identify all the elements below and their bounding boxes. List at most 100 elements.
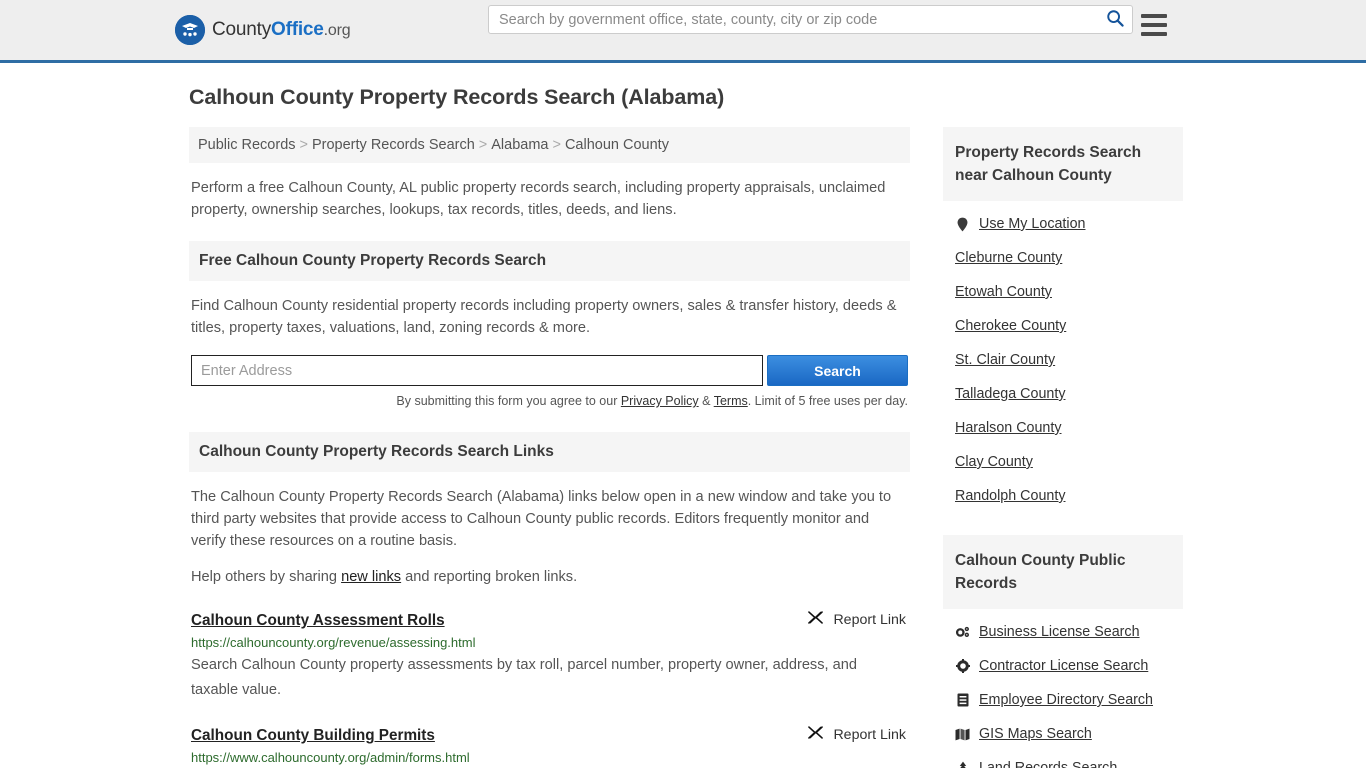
sidebar-link-label[interactable]: Etowah County — [955, 284, 1052, 300]
result-item: Calhoun County Building Permits Report L… — [191, 725, 908, 768]
hamburger-bar-2 — [1141, 23, 1167, 27]
breadcrumb-separator: > — [478, 137, 488, 153]
breadcrumb-separator: > — [299, 137, 308, 153]
sidebar-item-clay-county[interactable]: Clay County — [955, 445, 1183, 479]
land-icon — [955, 761, 970, 768]
disclaimer-text-pre: By submitting this form you agree to our — [396, 394, 621, 408]
page-intro-text: Perform a free Calhoun County, AL public… — [191, 180, 886, 218]
county-office-emblem-icon — [175, 15, 205, 45]
breadcrumb: Public Records > Property Records Search > A… — [189, 127, 910, 163]
new-links-link[interactable]: new links — [341, 569, 401, 585]
sidebar: Property Records Search near Calhoun Cou… — [943, 127, 1183, 768]
site-logo[interactable]: CountyOffice.org — [175, 15, 351, 45]
links-section-paragraph: The Calhoun County Property Records Sear… — [191, 489, 892, 549]
free-search-heading: Free Calhoun County Property Records Sea… — [189, 241, 910, 281]
address-search-button[interactable]: Search — [767, 355, 908, 386]
sidebar-item-gis-maps-search[interactable]: GIS Maps Search — [955, 717, 1183, 751]
result-header: Calhoun County Assessment Rolls Report L… — [191, 610, 908, 630]
sidebar-link-label[interactable]: Land Records Search — [979, 760, 1117, 768]
sidebar-item-haralson-county[interactable]: Haralson County — [955, 411, 1183, 445]
sidebar-item-randolph-county[interactable]: Randolph County — [955, 479, 1183, 513]
result-url: https://calhouncounty.org/revenue/assess… — [191, 635, 476, 650]
sidebar-item-employee-directory-search[interactable]: Employee Directory Search — [955, 683, 1183, 717]
header-inner: CountyOffice.org — [175, 0, 1183, 60]
map-icon — [955, 728, 970, 741]
hamburger-bar-1 — [1141, 14, 1167, 18]
result-title-link[interactable]: Calhoun County Building Permits — [191, 727, 435, 745]
sidebar-link-label[interactable]: Clay County — [955, 454, 1033, 470]
sidebar-item-land-records-search[interactable]: Land Records Search — [955, 751, 1183, 768]
map-pin-icon — [955, 217, 970, 232]
search-icon — [1106, 9, 1124, 30]
page-container: Calhoun County Property Records Search (… — [183, 63, 1183, 768]
sidebar-item-cherokee-county[interactable]: Cherokee County — [955, 309, 1183, 343]
global-search-input[interactable] — [489, 6, 1098, 33]
disclaimer-text-post: . Limit of 5 free uses per day. — [747, 394, 908, 408]
global-search-submit-button[interactable] — [1098, 6, 1132, 33]
result-title-link[interactable]: Calhoun County Assessment Rolls — [191, 612, 445, 630]
sidebar-link-label[interactable]: Employee Directory Search — [979, 692, 1153, 708]
breadcrumb-item-property-records-search[interactable]: Property Records Search — [312, 137, 475, 153]
report-link-button[interactable]: Report Link — [807, 610, 908, 629]
logo-text-tld: .org — [323, 22, 351, 39]
sidebar-link-label[interactable]: Randolph County — [955, 488, 1065, 504]
sidebar-link-label[interactable]: Haralson County — [955, 420, 1062, 436]
address-input[interactable] — [191, 355, 763, 386]
report-link-label: Report Link — [833, 726, 906, 743]
nearby-searches-list: Use My Location Cleburne County Etowah C… — [943, 201, 1183, 517]
address-search-form: Search — [191, 355, 908, 386]
public-records-list: Business License Search Contractor Licen… — [943, 609, 1183, 768]
result-item: Calhoun County Assessment Rolls Report L… — [191, 610, 908, 703]
sidebar-link-label[interactable]: Contractor License Search — [979, 658, 1148, 674]
disclaimer-amp: & — [698, 394, 714, 408]
sidebar-item-use-my-location[interactable]: Use My Location — [955, 207, 1183, 241]
breadcrumb-separator: > — [552, 137, 561, 153]
sidebar-link-label[interactable]: Cleburne County — [955, 250, 1062, 266]
global-search-bar — [488, 5, 1167, 36]
sidebar-link-label[interactable]: St. Clair County — [955, 352, 1055, 368]
main-content: Public Records > Property Records Search > A… — [183, 127, 910, 768]
public-records-heading: Calhoun County Public Records — [943, 535, 1183, 609]
main-menu-button[interactable] — [1141, 14, 1167, 36]
links-section-heading: Calhoun County Property Records Search L… — [189, 432, 910, 472]
sidebar-link-label[interactable]: Business License Search — [979, 624, 1140, 640]
sidebar-item-business-license-search[interactable]: Business License Search — [955, 615, 1183, 649]
help-text-post: and reporting broken links. — [401, 569, 578, 585]
id-card-icon — [955, 693, 970, 707]
broken-link-icon — [807, 610, 824, 629]
page-title: Calhoun County Property Records Search (… — [189, 85, 725, 109]
broken-link-icon — [807, 725, 824, 744]
privacy-policy-link[interactable]: Privacy Policy — [621, 394, 699, 408]
sidebar-item-st-clair-county[interactable]: St. Clair County — [955, 343, 1183, 377]
sidebar-item-etowah-county[interactable]: Etowah County — [955, 275, 1183, 309]
terms-link[interactable]: Terms — [714, 394, 748, 408]
logo-text-office: Office — [271, 19, 324, 40]
hamburger-bar-3 — [1141, 32, 1167, 36]
sidebar-link-label[interactable]: Talladega County — [955, 386, 1065, 402]
report-link-button[interactable]: Report Link — [807, 725, 908, 744]
gears-icon — [955, 625, 970, 639]
gear-icon — [955, 659, 970, 673]
form-disclaimer: By submitting this form you agree to our… — [191, 394, 908, 408]
sidebar-link-label[interactable]: Use My Location — [979, 216, 1085, 232]
content-columns: Public Records > Property Records Search > A… — [183, 127, 1183, 768]
result-header: Calhoun County Building Permits Report L… — [191, 725, 908, 745]
links-section-help: Help others by sharing new links and rep… — [191, 566, 908, 588]
help-text-pre: Help others by sharing — [191, 569, 342, 585]
sidebar-item-contractor-license-search[interactable]: Contractor License Search — [955, 649, 1183, 683]
site-header: CountyOffice.org — [0, 0, 1366, 63]
report-link-label: Report Link — [833, 611, 906, 628]
logo-text-county: County — [212, 19, 272, 40]
sidebar-link-label[interactable]: GIS Maps Search — [979, 726, 1092, 742]
sidebar-link-label[interactable]: Cherokee County — [955, 318, 1066, 334]
sidebar-item-cleburne-county[interactable]: Cleburne County — [955, 241, 1183, 275]
sidebar-item-talladega-county[interactable]: Talladega County — [955, 377, 1183, 411]
breadcrumb-item-calhoun-county[interactable]: Calhoun County — [565, 137, 669, 153]
site-logo-text: CountyOffice.org — [212, 19, 351, 41]
free-search-body: Find Calhoun County residential property… — [189, 281, 910, 408]
nearby-searches-heading: Property Records Search near Calhoun Cou… — [943, 127, 1183, 201]
breadcrumb-item-public-records[interactable]: Public Records — [198, 137, 296, 153]
result-description: Search Calhoun County property assessmen… — [191, 657, 857, 698]
breadcrumb-item-alabama[interactable]: Alabama — [491, 137, 548, 153]
links-section-body: The Calhoun County Property Records Sear… — [189, 472, 910, 768]
